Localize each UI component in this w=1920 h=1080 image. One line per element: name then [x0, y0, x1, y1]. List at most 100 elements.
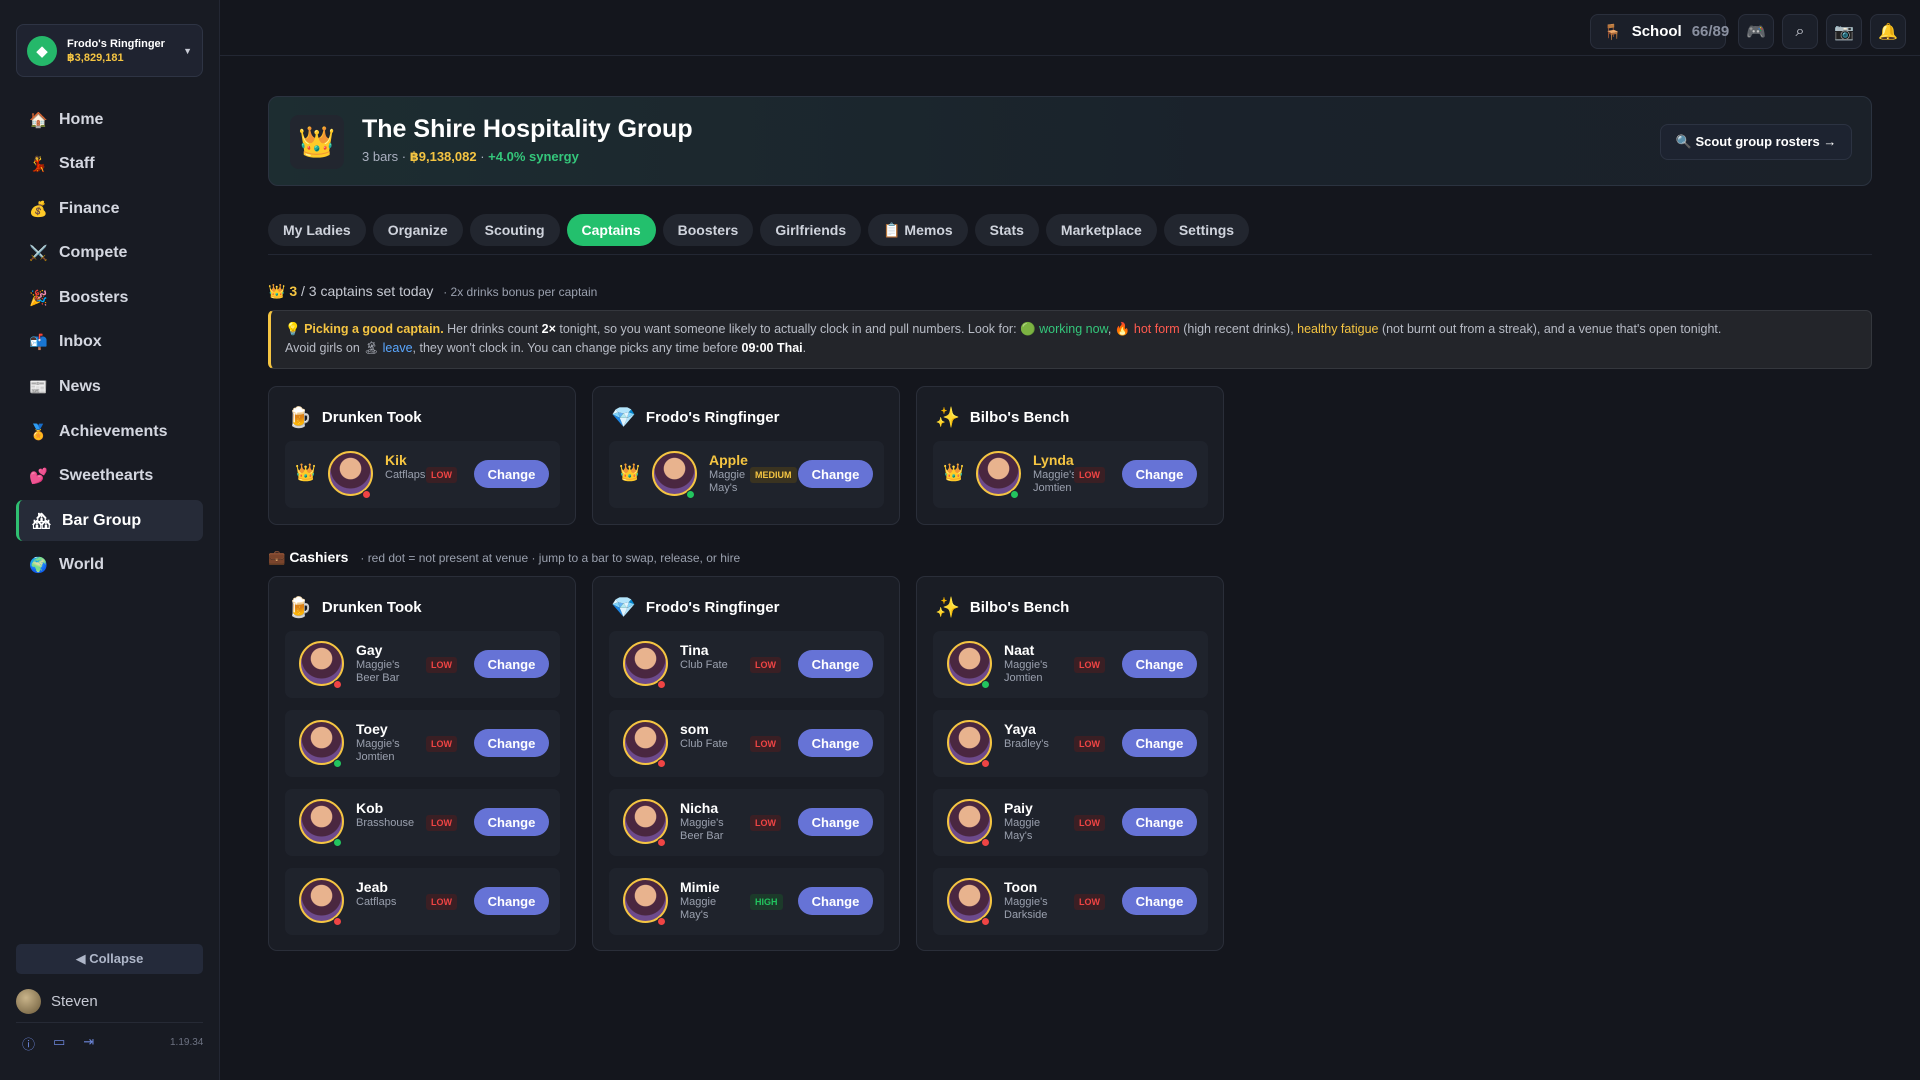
card-header: 🍺 Drunken Took: [287, 595, 422, 620]
bell-icon[interactable]: 🔔: [1870, 14, 1906, 49]
gamepad-icon[interactable]: 🎮: [1738, 14, 1774, 49]
presence-dot: [981, 680, 990, 689]
change-button[interactable]: Change: [1122, 650, 1197, 678]
girl-name[interactable]: Tina: [680, 643, 709, 658]
sidebar-item-finance[interactable]: 💰 Finance: [16, 188, 203, 229]
tip-working: working now: [1039, 322, 1108, 336]
sidebar-item-label: Home: [59, 110, 104, 128]
chat-icon[interactable]: ▭: [53, 1034, 65, 1053]
tab-organize[interactable]: Organize: [372, 214, 463, 246]
tab-captains[interactable]: Captains: [566, 214, 656, 246]
change-button[interactable]: Change: [798, 729, 873, 757]
change-button[interactable]: Change: [798, 460, 873, 488]
girl-name[interactable]: som: [680, 722, 709, 737]
sidebar-item-news[interactable]: 📰 News: [16, 367, 203, 408]
girl-venue: Club Fate: [680, 738, 728, 750]
tab-girlfriends[interactable]: Girlfriends: [760, 214, 862, 246]
change-button[interactable]: Change: [798, 650, 873, 678]
tab-settings[interactable]: Settings: [1163, 214, 1250, 246]
captain-card: ✨ Bilbo's Bench 👑 Lynda Maggie's Jomtien LOW C…: [916, 386, 1224, 525]
sidebar-item-label: News: [59, 378, 101, 396]
girl-name[interactable]: Naat: [1004, 643, 1034, 658]
girl-name[interactable]: Kik: [385, 453, 407, 468]
change-button[interactable]: Change: [1122, 887, 1197, 915]
sidebar-item-world[interactable]: 🌍 World: [16, 545, 203, 586]
tab-scouting[interactable]: Scouting: [469, 214, 560, 246]
user-profile[interactable]: Steven: [16, 988, 203, 1014]
sidebar-item-home[interactable]: 🏠 Home: [16, 99, 203, 140]
camera-icon[interactable]: 📷: [1826, 14, 1862, 49]
sidebar-item-achievements[interactable]: 🏅 Achievements: [16, 411, 203, 452]
girl-name[interactable]: Paiy: [1004, 801, 1033, 816]
girl-name[interactable]: Toon: [1004, 880, 1037, 895]
girl-name[interactable]: Mimie: [680, 880, 720, 895]
girl-name[interactable]: Lynda: [1033, 453, 1074, 468]
logout-icon[interactable]: ⇥: [83, 1034, 94, 1053]
sidebar-item-sweethearts[interactable]: 💕 Sweethearts: [16, 456, 203, 497]
school-button[interactable]: 🪑 School 66/89: [1590, 14, 1729, 49]
sidebar-item-staff[interactable]: 💃 Staff: [16, 144, 203, 185]
cashier-row: Naat Maggie's Jomtien LOW Change: [933, 631, 1208, 698]
tab-memos[interactable]: 📋 Memos: [868, 214, 968, 246]
change-button[interactable]: Change: [474, 650, 549, 678]
collapse-button[interactable]: ◀ Collapse: [16, 944, 203, 974]
tab-stats[interactable]: Stats: [974, 214, 1039, 246]
tab-boosters[interactable]: Boosters: [662, 214, 754, 246]
tab-marketplace[interactable]: Marketplace: [1045, 214, 1157, 246]
tab-myladies[interactable]: My Ladies: [268, 214, 366, 246]
help-icon[interactable]: ⓘ: [22, 1034, 35, 1053]
girl-venue: Brasshouse: [356, 817, 415, 829]
girl-name[interactable]: Kob: [356, 801, 383, 816]
sidebar-item-bar-group[interactable]: 🏘 Bar Group: [16, 500, 203, 542]
girl-name[interactable]: Jeab: [356, 880, 388, 895]
change-button[interactable]: Change: [798, 887, 873, 915]
tip-fatigue: healthy fatigue: [1297, 322, 1379, 336]
change-button[interactable]: Change: [1122, 460, 1197, 488]
bar-name: Bilbo's Bench: [969, 409, 1070, 426]
nav-icon: 🏅: [29, 423, 48, 441]
sidebar-item-compete[interactable]: ⚔️ Compete: [16, 233, 203, 274]
presence-dot: [333, 838, 342, 847]
girl-name[interactable]: Yaya: [1004, 722, 1036, 737]
change-button[interactable]: Change: [798, 808, 873, 836]
girl-name[interactable]: Apple: [709, 453, 748, 468]
card-header: 🍺 Drunken Took: [287, 405, 422, 430]
sidebar-item-boosters[interactable]: 🎉 Boosters: [16, 277, 203, 318]
girl-name[interactable]: Toey: [356, 722, 388, 737]
sidebar-item-inbox[interactable]: 📬 Inbox: [16, 322, 203, 363]
avatar: [16, 988, 41, 1014]
captain-count: 👑 3 / 3 captains set today · 2x drinks b…: [268, 283, 597, 300]
crown-icon: 👑: [619, 463, 641, 482]
girl-name[interactable]: Gay: [356, 643, 382, 658]
change-button[interactable]: Change: [474, 460, 549, 488]
rating-badge: LOW: [426, 815, 457, 831]
search-icon[interactable]: ⌕: [1782, 14, 1818, 49]
change-button[interactable]: Change: [1122, 729, 1197, 757]
tip-text: tonight, so you want someone likely to a…: [555, 322, 1040, 336]
tip-lead: Picking a good captain.: [304, 322, 444, 336]
divider: [16, 1022, 203, 1023]
tip-text: , 🔥: [1107, 322, 1134, 336]
change-button[interactable]: Change: [474, 808, 549, 836]
change-button[interactable]: Change: [474, 887, 549, 915]
change-button[interactable]: Change: [474, 729, 549, 757]
presence-dot: [362, 490, 371, 499]
nav-icon: 🏘: [32, 512, 52, 530]
crown-icon: 👑: [943, 463, 965, 482]
rating-badge: LOW: [1074, 815, 1105, 831]
change-button[interactable]: Change: [1122, 808, 1197, 836]
card-header: ✨ Bilbo's Bench: [935, 405, 1069, 430]
presence-dot: [657, 917, 666, 926]
cashiers-heading: 💼 Cashiers · red dot = not present at ve…: [268, 549, 740, 566]
girl-venue: Maggie's Beer Bar: [356, 659, 400, 684]
tab-bar: My Ladies Organize Scouting Captains Booster…: [268, 214, 1250, 246]
bar-name: Frodo's Ringfinger: [645, 599, 780, 616]
girl-name[interactable]: Nicha: [680, 801, 718, 816]
tip-time: 09:00 Thai: [741, 341, 803, 355]
scout-rosters-button[interactable]: 🔍 Scout group rosters →: [1660, 124, 1852, 160]
tip-text: Avoid girls on 🏝: [285, 341, 383, 355]
bar-switcher[interactable]: ◆ Frodo's Ringfinger ฿3,829,181 ▼: [16, 24, 203, 77]
presence-dot: [333, 917, 342, 926]
topbar: 🪑 School 66/89 🎮 ⌕ 📷 🔔: [220, 0, 1920, 56]
bar-count: 3 bars: [362, 149, 399, 164]
